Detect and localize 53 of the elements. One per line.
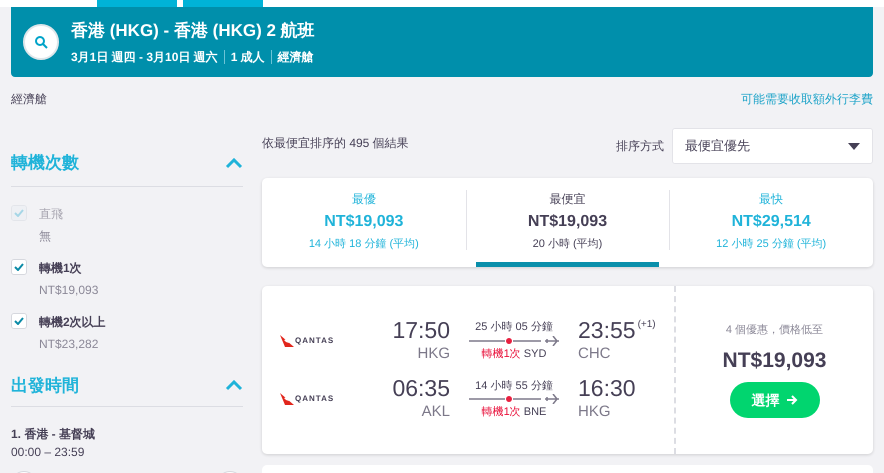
chevron-icon[interactable] xyxy=(225,156,243,169)
arrow-right-icon xyxy=(786,394,798,406)
checkmark-icon xyxy=(14,316,24,324)
stop-option-label[interactable]: 轉機1次 xyxy=(39,258,98,276)
deals-note: 4 個優惠，價格低至 xyxy=(726,322,824,338)
departure-time: 17:50 xyxy=(392,316,450,342)
stops-info: 轉機1次 SYD xyxy=(482,346,546,362)
departure-airport: HKG xyxy=(417,344,450,364)
stop-option-price: 無 xyxy=(39,228,52,244)
checkmark-icon xyxy=(14,208,24,216)
summary-tab[interactable]: 最快 NT$29,514 12 小時 25 分鐘 (平均) xyxy=(679,178,864,267)
flight-duration: 14 小時 55 分鐘 xyxy=(475,378,553,394)
stop-option-price: NT$19,093 xyxy=(39,282,98,298)
checkbox[interactable] xyxy=(11,258,27,274)
summary-tab[interactable]: 最便宜 NT$19,093 20 小時 (平均) xyxy=(476,178,660,267)
day-offset: (+1) xyxy=(638,318,656,332)
trip-detail: 經濟艙 xyxy=(278,48,314,66)
flight-duration: 25 小時 05 分鐘 xyxy=(475,320,553,336)
stops-info: 轉機1次 BNE xyxy=(482,405,546,420)
search-button[interactable] xyxy=(23,24,59,60)
route-title: 香港 (HKG) - 香港 (HKG) 2 航班 xyxy=(71,20,315,42)
baggage-fee-link[interactable]: 可能需要收取額外行李費 xyxy=(741,90,873,108)
caret-icon xyxy=(848,142,860,150)
checkmark-icon xyxy=(14,262,24,270)
departure-time: 06:35 xyxy=(392,375,450,401)
leg-route: 1. 香港 - 基督城 xyxy=(11,426,96,443)
kangaroo-tail-icon xyxy=(280,393,294,406)
airline-name: QANTAS xyxy=(295,334,334,347)
time-range: 00:00 – 23:59 xyxy=(11,444,86,461)
trip-detail: 1 成人 xyxy=(230,48,265,66)
stop-option-label[interactable]: 轉機2次以上 xyxy=(39,312,106,330)
sort-dropdown[interactable]: 最便宜優先 xyxy=(672,128,873,164)
search-icon xyxy=(34,35,48,49)
arrival-time: 16:30 xyxy=(578,375,636,401)
filter-heading: 出發時間 xyxy=(11,374,79,396)
stop-option-price: NT$23,282 xyxy=(39,336,100,352)
chevron-icon[interactable] xyxy=(225,379,243,392)
select-button[interactable]: 選擇 xyxy=(730,382,820,418)
cabin-label: 經濟艙 xyxy=(11,91,47,108)
lowest-price: NT$19,093 xyxy=(722,348,826,374)
search-banner[interactable]: 香港 (HKG) - 香港 (HKG) 2 航班 3月1日 週四 - 3月10日 週六 1 成人 經濟艙 xyxy=(11,7,873,77)
trip-detail: 3月1日 週四 - 3月10日 週六 xyxy=(71,48,218,66)
results-count: 依最便宜排序的 495 個結果 xyxy=(262,135,409,152)
airline-name: QANTAS xyxy=(295,393,334,406)
arrival-airport: HKG xyxy=(578,402,611,422)
arrival-time: 23:55 xyxy=(578,316,636,342)
arrival-airport: CHC xyxy=(578,344,610,364)
sort-label: 排序方式 xyxy=(616,138,664,155)
filter-heading: 轉機次數 xyxy=(11,152,79,174)
checkbox[interactable] xyxy=(11,312,27,328)
departure-airport: AKL xyxy=(422,402,450,422)
summary-tab[interactable]: 最優 NT$19,093 14 小時 18 分鐘 (平均) xyxy=(272,178,456,267)
kangaroo-tail-icon xyxy=(280,334,294,347)
